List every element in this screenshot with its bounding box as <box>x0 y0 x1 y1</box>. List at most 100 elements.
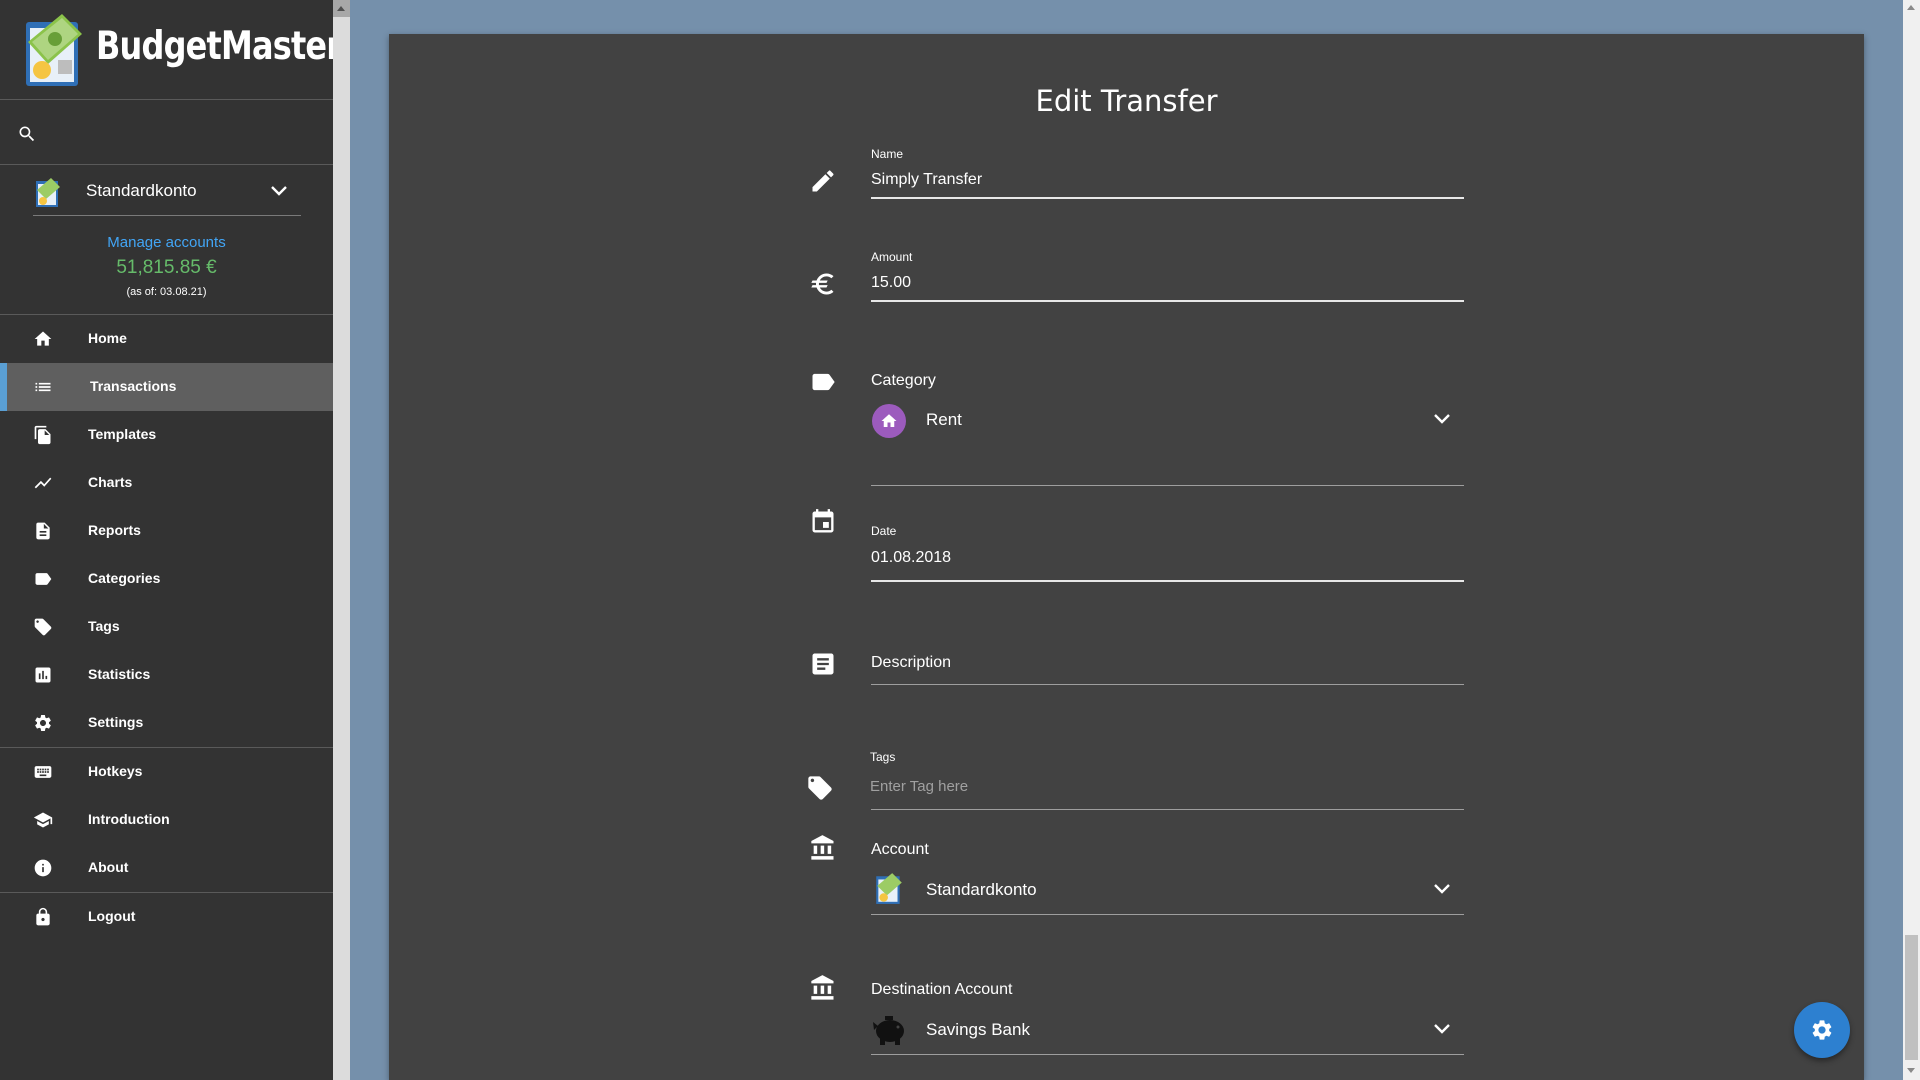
date-underline-wrap <box>809 580 1464 582</box>
description-field: Description <box>809 614 1464 685</box>
amount-label: Amount <box>871 250 913 264</box>
bank-icon <box>811 975 834 1000</box>
name-field: Name Simply Transfer <box>809 139 1464 199</box>
scroll-up-arrow-icon[interactable] <box>1907 5 1915 10</box>
report-icon <box>36 522 50 540</box>
sidebar-item-logout[interactable]: Logout <box>0 893 333 941</box>
sidebar-item-transactions[interactable]: Transactions <box>0 363 333 411</box>
name-label: Name <box>871 147 904 161</box>
chevron-down-icon <box>1434 414 1450 424</box>
sidebar-item-categories[interactable]: Categories <box>0 555 333 603</box>
account-icon <box>876 873 902 904</box>
sidebar-item-label: Hotkeys <box>88 763 143 779</box>
destination-account-underline <box>871 1054 1464 1055</box>
chart-line-icon <box>34 477 52 489</box>
sidebar-search[interactable] <box>0 100 333 165</box>
account-value: Standardkonto <box>926 880 1037 899</box>
euro-icon <box>811 273 834 295</box>
category-value: Rent <box>926 410 962 429</box>
tags-input[interactable]: Enter Tag here <box>870 778 968 795</box>
chevron-down-icon <box>1434 1024 1450 1034</box>
info-icon <box>34 859 52 877</box>
school-icon <box>33 812 53 828</box>
label-icon <box>35 573 52 585</box>
search-icon[interactable] <box>17 124 37 144</box>
keyboard-icon <box>34 766 52 778</box>
scroll-up-arrow-icon[interactable] <box>333 0 350 17</box>
tag-icon <box>34 618 52 636</box>
date-label: Date <box>871 524 897 538</box>
sidebar: BudgetMaster Standardkonto Manage accoun… <box>0 0 333 1080</box>
templates-icon <box>34 425 51 445</box>
statistics-icon <box>35 667 51 683</box>
account-selector[interactable]: Standardkonto <box>33 172 301 216</box>
sidebar-scrollbar[interactable] <box>333 0 350 1080</box>
amount-underline <box>871 300 1464 302</box>
account-balance: 51,815.85 € <box>116 257 217 278</box>
chevron-down-icon <box>1434 884 1450 894</box>
tags-underline <box>871 809 1464 810</box>
category-underline <box>871 485 1464 486</box>
date-input[interactable]: 01.08.2018 <box>871 549 951 567</box>
sidebar-item-home[interactable]: Home <box>0 315 333 363</box>
description-input[interactable]: Description <box>871 654 951 672</box>
name-input[interactable]: Simply Transfer <box>871 171 982 189</box>
sidebar-item-tags[interactable]: Tags <box>0 603 333 651</box>
account-name: Standardkonto <box>86 181 197 200</box>
sidebar-item-label: Settings <box>88 714 144 730</box>
destination-account-select[interactable]: Savings Bank <box>871 1008 1464 1056</box>
amount-input[interactable]: 15.00 <box>871 274 911 292</box>
sidebar-item-reports[interactable]: Reports <box>0 507 333 555</box>
lock-icon <box>36 907 50 926</box>
sidebar-item-label: Introduction <box>88 811 170 827</box>
home-icon <box>881 414 897 427</box>
destination-account-field: Destination Account Savings Bank <box>809 974 1464 1080</box>
sidebar-item-statistics[interactable]: Statistics <box>0 651 333 699</box>
gear-icon <box>35 715 51 731</box>
balance-date: (as of: 03.08.21) <box>126 286 207 298</box>
pencil-icon <box>812 170 834 192</box>
sidebar-item-label: Home <box>88 330 127 346</box>
label-icon <box>812 373 835 391</box>
list-icon <box>35 382 51 392</box>
category-label: Category <box>871 372 936 389</box>
manage-accounts-link[interactable]: Manage accounts <box>0 234 333 251</box>
category-color-badge <box>872 404 906 438</box>
app-name: BudgetMaster <box>96 24 333 69</box>
piggy-bank-icon <box>873 1016 904 1045</box>
category-select[interactable]: Rent <box>871 398 1464 446</box>
page-scrollbar[interactable] <box>1903 0 1920 1080</box>
amount-field: Amount 15.00 <box>809 243 1464 303</box>
settings-fab-button[interactable] <box>1794 1002 1850 1058</box>
description-icon <box>812 653 834 675</box>
tags-field: Tags Enter Tag here <box>808 714 1464 814</box>
app-logo[interactable]: BudgetMaster <box>0 0 333 100</box>
sidebar-item-label: Templates <box>88 426 157 442</box>
sidebar-item-label: About <box>88 859 129 875</box>
date-field: Date 01.08.2018 <box>809 489 1409 569</box>
sidebar-item-templates[interactable]: Templates <box>0 411 333 459</box>
description-underline <box>871 684 1464 685</box>
chevron-down-icon <box>271 186 287 196</box>
destination-account-value: Savings Bank <box>926 1020 1030 1039</box>
sidebar-item-label: Reports <box>88 522 141 538</box>
name-underline <box>871 197 1464 199</box>
scroll-down-arrow-icon[interactable] <box>1907 1068 1915 1073</box>
account-underline <box>871 914 1464 915</box>
sidebar-item-settings[interactable]: Settings <box>0 699 333 747</box>
category-field: Category Rent <box>809 368 1464 488</box>
sidebar-item-introduction[interactable]: Introduction <box>0 796 333 844</box>
budgetmaster-logo-icon <box>26 14 82 86</box>
destination-account-label: Destination Account <box>871 981 1013 998</box>
calendar-icon <box>812 509 834 533</box>
sidebar-item-charts[interactable]: Charts <box>0 459 333 507</box>
sidebar-item-label: Logout <box>88 908 136 924</box>
scrollbar-thumb[interactable] <box>1905 935 1918 1060</box>
sidebar-item-hotkeys[interactable]: Hotkeys <box>0 748 333 796</box>
sidebar-item-label: Charts <box>88 474 133 490</box>
account-select[interactable]: Standardkonto <box>871 868 1464 916</box>
tags-label: Tags <box>870 750 896 764</box>
sidebar-item-about[interactable]: About <box>0 844 333 892</box>
home-icon <box>34 331 52 346</box>
edit-transfer-card: Edit Transfer Name Simply Transfer Amoun… <box>389 34 1864 1080</box>
